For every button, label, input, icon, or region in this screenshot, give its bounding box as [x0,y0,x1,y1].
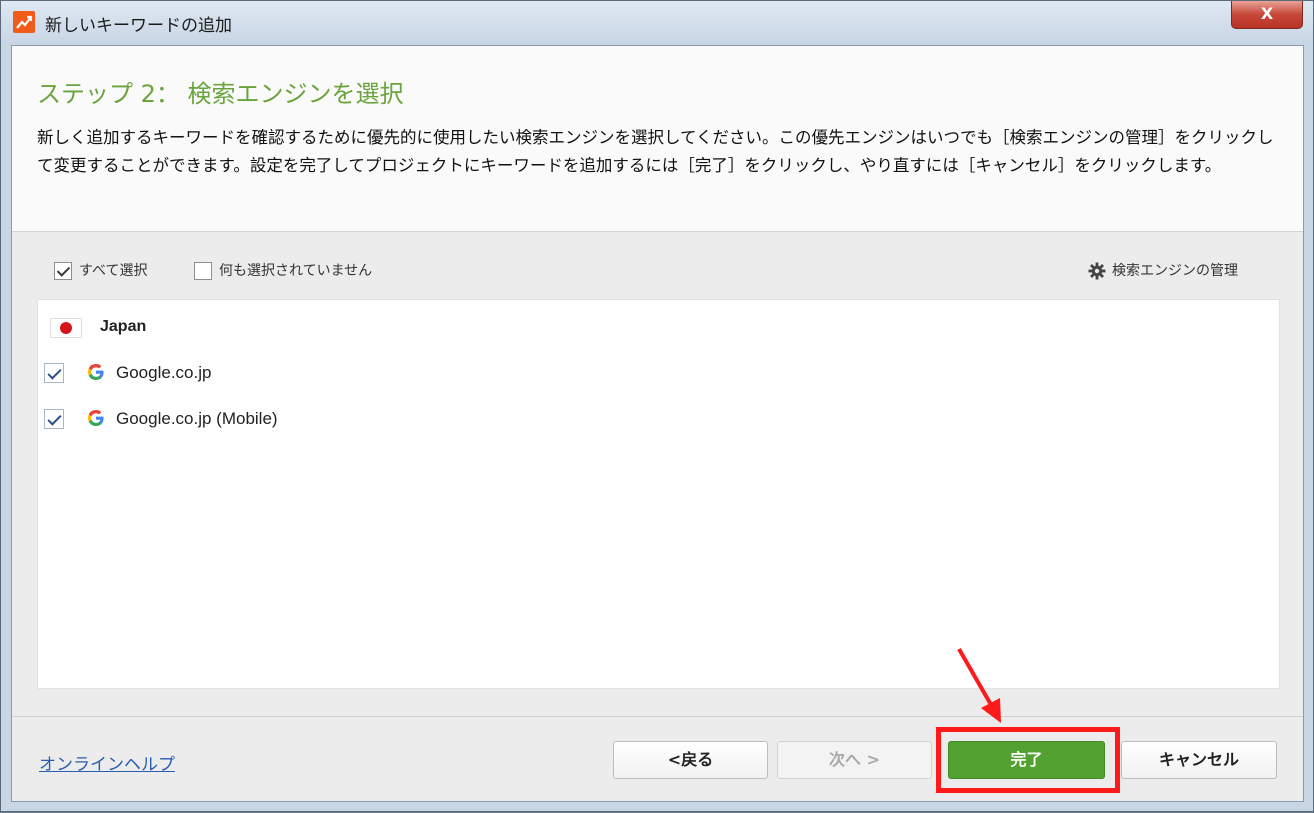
back-button[interactable]: <戻る [613,741,768,779]
finish-button[interactable]: 完了 [948,741,1105,779]
engine-name: Google.co.jp [116,363,212,382]
engine-checkbox[interactable] [44,409,64,429]
engine-row[interactable]: Google.co.jp [44,360,644,386]
select-none-label: 何も選択されていません [219,263,373,279]
manage-engines-button[interactable]: 検索エンジンの管理 [1088,260,1238,280]
manage-engines-label: 検索エンジンの管理 [1112,263,1238,279]
gear-icon [1088,262,1106,280]
engine-list: Japan Google.co.jp Google.co.jp (Mobile) [37,299,1280,689]
engine-checkbox[interactable] [44,363,64,383]
engine-name: Google.co.jp (Mobile) [116,409,278,428]
japan-flag-icon [50,318,82,338]
select-all-label: すべて選択 [79,263,148,279]
cancel-button[interactable]: キャンセル [1121,741,1277,779]
step-description: 新しく追加するキーワードを確認するために優先的に使用したい検索エンジンを選択して… [37,128,1274,175]
next-button[interactable]: 次へ > [777,741,932,779]
engine-row[interactable]: Google.co.jp (Mobile) [44,406,644,432]
page-title: ステップ 2： 検索エンジンを選択 [37,80,404,108]
selection-toolbar: すべて選択 何も選択されていません 検索エンジンの管理 [12,252,1303,292]
checkbox-checked-icon [54,262,72,280]
checkbox-unchecked-icon [194,262,212,280]
select-none-checkbox[interactable]: 何も選択されていません [194,260,372,280]
select-all-checkbox[interactable]: すべて選択 [54,260,147,280]
title-bar: 新しいキーワードの追加 X [1,1,1313,45]
dialog-footer: オンラインヘルプ <戻る 次へ > 完了 キャンセル [12,716,1303,801]
dialog-body: ステップ 2： 検索エンジンを選択 新しく追加するキーワードを確認するために優先… [11,45,1304,802]
online-help-link[interactable]: オンラインヘルプ [39,750,175,775]
group-name: Japan [100,318,147,335]
close-button[interactable]: X [1231,1,1303,29]
google-icon [88,410,104,426]
google-icon [88,364,104,380]
dialog-window: 新しいキーワードの追加 X ステップ 2： 検索エンジンを選択 新しく追加するキ… [0,0,1314,812]
step-header: ステップ 2： 検索エンジンを選択 新しく追加するキーワードを確認するために優先… [12,46,1303,232]
window-title: 新しいキーワードの追加 [45,16,232,36]
app-logo-icon [13,11,35,33]
